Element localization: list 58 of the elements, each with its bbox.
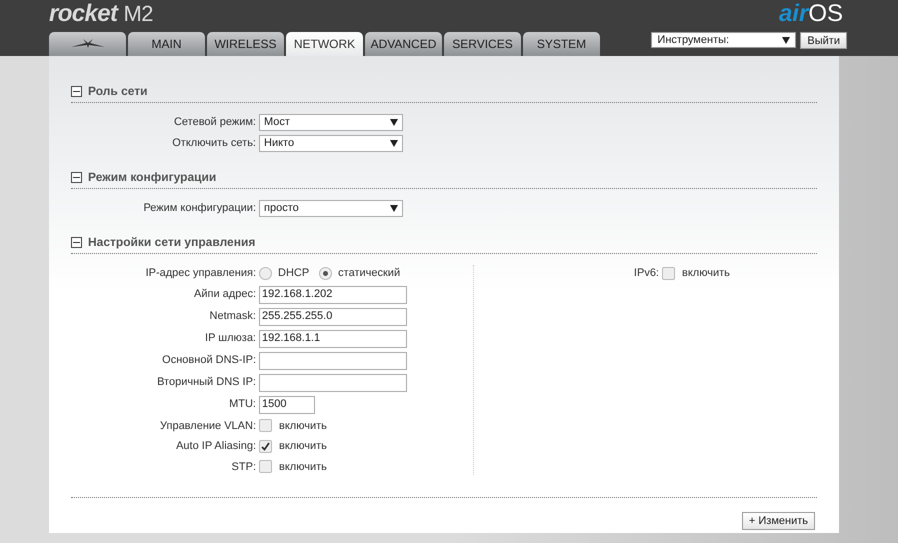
field-label: Отключить сеть: [172,136,256,152]
field-label: Режим конфигурации: [143,201,256,216]
dropdown-caret-icon [390,205,398,212]
nav-tab[interactable]: MAIN [128,32,205,56]
field-label: Auto IP Aliasing: [176,439,256,454]
field-label: Сетевой режим: [174,115,256,130]
radio-label: статический [338,266,400,281]
nav-tab[interactable]: SYSTEM [523,32,600,56]
field-label: MTU: [229,397,256,412]
section-header[interactable]: Настройки сети управления [71,233,817,254]
checkbox-label: включить [279,439,327,454]
dropdown-caret-icon [782,36,790,44]
change-button[interactable]: + Изменить [742,512,815,530]
checkbox-label: включить [682,266,730,281]
field-label: Основной DNS-IP: [162,353,256,368]
antenna-burst-icon [70,39,104,49]
dropdown-caret-icon [390,119,398,126]
checkbox-label: включить [279,460,327,474]
radio-button[interactable] [319,266,332,280]
section-header[interactable]: Режим конфигурации [71,168,817,189]
text-input[interactable]: 1500 [259,396,315,414]
nav-tab[interactable]: ADVANCED [365,32,442,56]
field-label: Netmask: [210,309,256,324]
dropdown-caret-icon [390,140,398,147]
section-header[interactable]: Роль сети [71,82,817,103]
text-input[interactable]: 192.168.1.1 [259,330,407,348]
field-label: Айпи адрес: [194,287,256,302]
text-input[interactable]: 192.168.1.202 [259,286,407,304]
collapse-icon[interactable] [71,236,82,248]
field-label: IP шлюза: [205,331,256,346]
checkbox[interactable] [259,419,272,432]
select-dropdown[interactable]: Никто [259,135,403,152]
select-dropdown[interactable]: Мост [259,114,403,131]
radio-button[interactable] [259,266,272,280]
field-label: IPv6: [634,266,659,281]
nav-tab[interactable] [49,32,126,56]
tools-dropdown[interactable]: Инструменты: [651,32,796,48]
product-logo: rocket M2 [49,1,153,27]
text-input[interactable] [259,374,407,392]
select-dropdown[interactable]: просто [259,200,403,217]
field-label: Вторичный DNS IP: [157,375,256,390]
collapse-icon[interactable] [71,86,82,96]
text-input[interactable]: 255.255.255.0 [259,308,407,326]
radio-label: DHCP [278,266,310,281]
nav-tab[interactable]: WIRELESS [207,32,284,56]
collapse-icon[interactable] [71,172,82,182]
nav-tab[interactable]: NETWORK [286,32,363,56]
field-label: Управление VLAN: [160,418,256,434]
field-label: STP: [232,460,256,474]
os-logo: airOS [778,0,843,27]
text-input[interactable] [259,352,407,370]
checkbox-label: включить [279,418,327,434]
checkbox[interactable] [259,440,272,453]
checkbox[interactable] [662,266,675,280]
logout-button[interactable]: Выйти [800,32,847,49]
nav-tab[interactable]: SERVICES [444,32,521,56]
checkbox[interactable] [259,460,272,474]
field-label: IP-адрес управления: [146,266,256,281]
